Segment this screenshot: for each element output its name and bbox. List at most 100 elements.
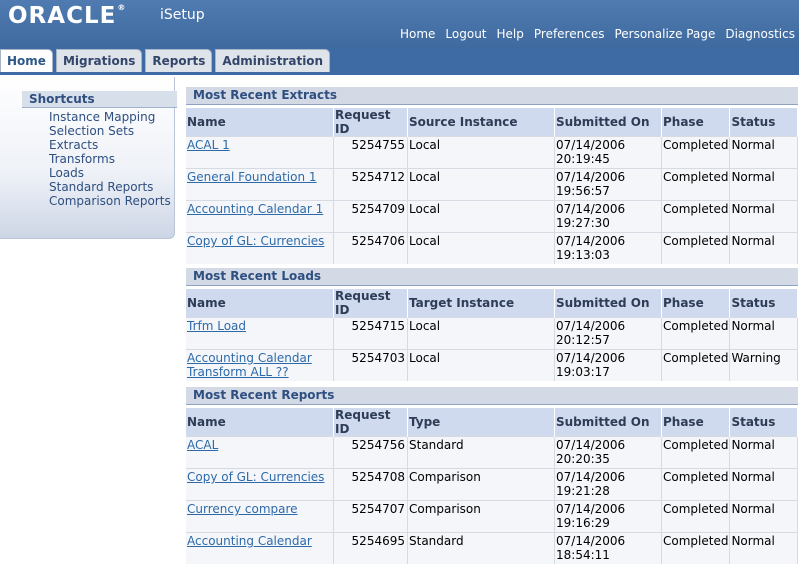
table-row: General Foundation 1 5254712 Local 07/14… xyxy=(186,169,798,201)
report-name-link[interactable]: Copy of GL: Currencies xyxy=(187,470,324,484)
tab-migrations[interactable]: Migrations xyxy=(56,49,142,72)
shortcut-selection-sets[interactable]: Selection Sets xyxy=(49,124,171,138)
tab-reports[interactable]: Reports xyxy=(145,49,212,72)
col-status: Status xyxy=(730,289,798,318)
col-request-id: Request ID xyxy=(334,289,408,318)
table-row: ACAL 5254756 Standard 07/14/200620:20:35… xyxy=(186,437,798,469)
loads-header-row: Name Request ID Target Instance Submitte… xyxy=(186,289,798,318)
col-status: Status xyxy=(730,408,798,437)
loads-table: Name Request ID Target Instance Submitte… xyxy=(186,289,798,381)
table-row: Copy of GL: Currencies 5254708 Compariso… xyxy=(186,469,798,501)
reports-table: Name Request ID Type Submitted On Phase … xyxy=(186,408,798,564)
extracts-section: Most Recent Extracts Name Request ID Sou… xyxy=(186,87,798,264)
subtab-band xyxy=(0,72,799,75)
status: Normal xyxy=(730,169,798,201)
submitted-on: 07/14/200620:19:45 xyxy=(555,137,662,169)
phase: Completed xyxy=(662,469,730,501)
col-name: Name xyxy=(186,408,334,437)
report-type: Standard xyxy=(408,533,555,564)
report-type: Comparison xyxy=(408,469,555,501)
instance: Local xyxy=(408,233,555,265)
report-type: Comparison xyxy=(408,501,555,533)
submitted-on: 07/14/200620:12:57 xyxy=(555,318,662,350)
submitted-on: 07/14/200619:27:30 xyxy=(555,201,662,233)
shortcut-instance-mapping[interactable]: Instance Mapping xyxy=(49,110,171,124)
report-name-link[interactable]: ACAL xyxy=(187,438,218,452)
col-request-id: Request ID xyxy=(334,108,408,137)
request-id: 5254706 xyxy=(334,233,408,265)
submitted-on: 07/14/200620:20:35 xyxy=(555,437,662,469)
phase: Completed xyxy=(662,501,730,533)
load-name-link[interactable]: Trfm Load xyxy=(187,319,246,333)
col-target-instance: Target Instance xyxy=(408,289,555,318)
table-row: Trfm Load 5254715 Local 07/14/200620:12:… xyxy=(186,318,798,350)
extract-name-link[interactable]: General Foundation 1 xyxy=(187,170,317,184)
shortcut-comparison-reports[interactable]: Comparison Reports xyxy=(49,194,171,208)
status: Normal xyxy=(730,137,798,169)
extracts-header-row: Name Request ID Source Instance Submitte… xyxy=(186,108,798,137)
extract-name-link[interactable]: ACAL 1 xyxy=(187,138,230,152)
shortcut-standard-reports[interactable]: Standard Reports xyxy=(49,180,171,194)
link-help[interactable]: Help xyxy=(497,27,524,41)
request-id: 5254755 xyxy=(334,137,408,169)
submitted-on: 07/14/200618:54:11 xyxy=(555,533,662,564)
request-id: 5254708 xyxy=(334,469,408,501)
col-submitted-on: Submitted On xyxy=(555,289,662,318)
col-submitted-on: Submitted On xyxy=(555,408,662,437)
report-name-link[interactable]: Currency compare xyxy=(187,502,298,516)
col-submitted-on: Submitted On xyxy=(555,108,662,137)
extract-name-link[interactable]: Accounting Calendar 1 xyxy=(187,202,323,216)
shortcut-loads[interactable]: Loads xyxy=(49,166,171,180)
request-id: 5254703 xyxy=(334,350,408,382)
instance: Local xyxy=(408,201,555,233)
link-logout[interactable]: Logout xyxy=(445,27,486,41)
status: Normal xyxy=(730,501,798,533)
shortcuts-heading: Shortcuts xyxy=(22,91,177,108)
col-name: Name xyxy=(186,108,334,137)
instance: Local xyxy=(408,169,555,201)
app-subtitle: iSetup xyxy=(160,7,205,23)
reports-title: Most Recent Reports xyxy=(186,387,798,405)
col-status: Status xyxy=(730,108,798,137)
request-id: 5254707 xyxy=(334,501,408,533)
shortcut-transforms[interactable]: Transforms xyxy=(49,152,171,166)
load-name-link[interactable]: Accounting CalendarTransform ALL ?? xyxy=(187,351,312,379)
instance: Local xyxy=(408,137,555,169)
oracle-logo: ORACLE® xyxy=(8,3,126,29)
submitted-on: 07/14/200619:21:28 xyxy=(555,469,662,501)
request-id: 5254695 xyxy=(334,533,408,564)
table-row: Accounting Calendar 1 5254709 Local 07/1… xyxy=(186,201,798,233)
status: Normal xyxy=(730,201,798,233)
submitted-on: 07/14/200619:13:03 xyxy=(555,233,662,265)
tab-home[interactable]: Home xyxy=(0,49,53,74)
phase: Completed xyxy=(662,201,730,233)
extracts-table: Name Request ID Source Instance Submitte… xyxy=(186,108,798,264)
phase: Completed xyxy=(662,137,730,169)
link-home[interactable]: Home xyxy=(400,27,435,41)
extracts-title: Most Recent Extracts xyxy=(186,87,798,105)
reports-header-row: Name Request ID Type Submitted On Phase … xyxy=(186,408,798,437)
extract-name-link[interactable]: Copy of GL: Currencies xyxy=(187,234,324,248)
table-row: Currency compare 5254707 Comparison 07/1… xyxy=(186,501,798,533)
request-id: 5254712 xyxy=(334,169,408,201)
tab-administration[interactable]: Administration xyxy=(215,49,330,72)
shortcut-extracts[interactable]: Extracts xyxy=(49,138,171,152)
phase: Completed xyxy=(662,350,730,382)
col-type: Type xyxy=(408,408,555,437)
report-name-link[interactable]: Accounting Calendar xyxy=(187,534,312,548)
status: Normal xyxy=(730,318,798,350)
sidebar: Shortcuts Instance Mapping Selection Set… xyxy=(0,77,175,239)
col-phase: Phase xyxy=(662,408,730,437)
status: Normal xyxy=(730,533,798,564)
link-personalize-page[interactable]: Personalize Page xyxy=(614,27,715,41)
col-phase: Phase xyxy=(662,289,730,318)
status: Normal xyxy=(730,469,798,501)
link-preferences[interactable]: Preferences xyxy=(534,27,605,41)
phase: Completed xyxy=(662,437,730,469)
request-id: 5254715 xyxy=(334,318,408,350)
link-diagnostics[interactable]: Diagnostics xyxy=(725,27,795,41)
table-row: Accounting Calendar 5254695 Standard 07/… xyxy=(186,533,798,564)
instance: Local xyxy=(408,318,555,350)
phase: Completed xyxy=(662,318,730,350)
table-row: Copy of GL: Currencies 5254706 Local 07/… xyxy=(186,233,798,265)
